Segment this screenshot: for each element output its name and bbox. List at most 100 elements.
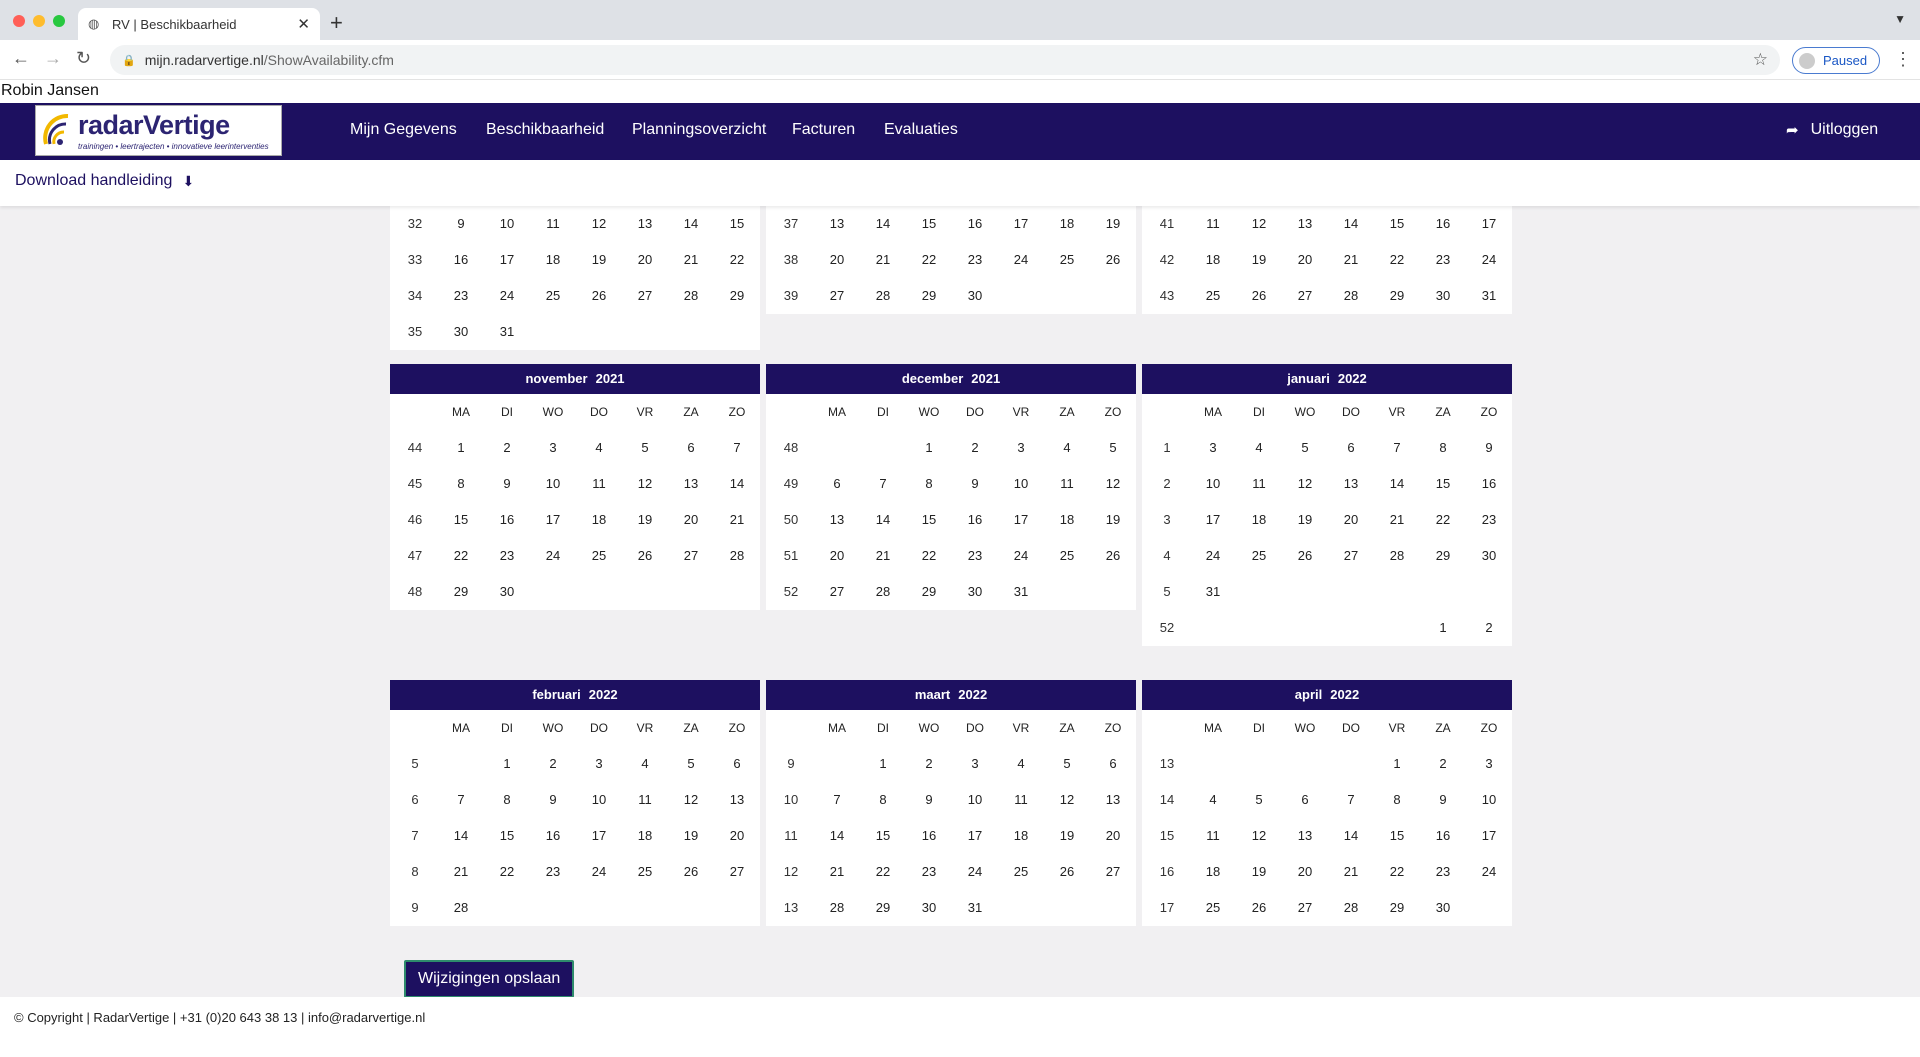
day-cell[interactable]: 5 bbox=[622, 430, 668, 466]
day-cell[interactable]: 25 bbox=[998, 854, 1044, 890]
day-cell[interactable]: 23 bbox=[1420, 854, 1466, 890]
day-cell[interactable]: 22 bbox=[860, 854, 906, 890]
day-cell[interactable]: 29 bbox=[1420, 538, 1466, 574]
day-cell[interactable]: 29 bbox=[714, 278, 760, 314]
day-cell[interactable]: 28 bbox=[714, 538, 760, 574]
day-cell[interactable]: 11 bbox=[1236, 466, 1282, 502]
day-cell[interactable]: 3 bbox=[576, 746, 622, 782]
day-cell[interactable]: 26 bbox=[622, 538, 668, 574]
day-cell[interactable]: 19 bbox=[668, 818, 714, 854]
day-cell[interactable]: 13 bbox=[668, 466, 714, 502]
browser-menu-icon[interactable]: ⋮ bbox=[1894, 49, 1912, 70]
day-cell[interactable]: 7 bbox=[1328, 782, 1374, 818]
day-cell[interactable]: 11 bbox=[530, 206, 576, 242]
day-cell[interactable]: 4 bbox=[576, 430, 622, 466]
day-cell[interactable]: 28 bbox=[438, 890, 484, 926]
day-cell[interactable]: 29 bbox=[1374, 278, 1420, 314]
day-cell[interactable]: 26 bbox=[1090, 242, 1136, 278]
day-cell[interactable]: 14 bbox=[1328, 206, 1374, 242]
day-cell[interactable]: 24 bbox=[484, 278, 530, 314]
day-cell[interactable]: 21 bbox=[860, 242, 906, 278]
back-icon[interactable]: ← bbox=[12, 48, 30, 69]
day-cell[interactable]: 2 bbox=[1466, 610, 1512, 646]
day-cell[interactable]: 20 bbox=[1328, 502, 1374, 538]
day-cell[interactable]: 22 bbox=[438, 538, 484, 574]
day-cell[interactable]: 14 bbox=[1374, 466, 1420, 502]
day-cell[interactable]: 15 bbox=[484, 818, 530, 854]
day-cell[interactable]: 21 bbox=[714, 502, 760, 538]
forward-icon[interactable]: → bbox=[44, 48, 62, 69]
day-cell[interactable]: 28 bbox=[1328, 890, 1374, 926]
day-cell[interactable]: 4 bbox=[1190, 782, 1236, 818]
day-cell[interactable]: 30 bbox=[1466, 538, 1512, 574]
day-cell[interactable]: 27 bbox=[1328, 538, 1374, 574]
minimize-window-button[interactable] bbox=[33, 15, 45, 27]
day-cell[interactable]: 17 bbox=[1466, 206, 1512, 242]
browser-tab[interactable]: ◍ RV | Beschikbaarheid ✕ bbox=[78, 8, 320, 40]
day-cell[interactable]: 16 bbox=[906, 818, 952, 854]
day-cell[interactable]: 28 bbox=[668, 278, 714, 314]
day-cell[interactable]: 18 bbox=[530, 242, 576, 278]
day-cell[interactable]: 28 bbox=[860, 574, 906, 610]
day-cell[interactable]: 3 bbox=[1466, 746, 1512, 782]
day-cell[interactable]: 25 bbox=[530, 278, 576, 314]
day-cell[interactable]: 5 bbox=[1090, 430, 1136, 466]
close-window-button[interactable] bbox=[13, 15, 25, 27]
day-cell[interactable]: 2 bbox=[484, 430, 530, 466]
day-cell[interactable]: 10 bbox=[576, 782, 622, 818]
profile-button[interactable]: Paused bbox=[1792, 47, 1880, 74]
day-cell[interactable]: 1 bbox=[1420, 610, 1466, 646]
nav-item-facturen[interactable]: Facturen bbox=[792, 121, 855, 139]
nav-item-planningsoverzicht[interactable]: Planningsoverzicht bbox=[632, 121, 766, 139]
day-cell[interactable]: 15 bbox=[438, 502, 484, 538]
day-cell[interactable]: 17 bbox=[1190, 502, 1236, 538]
day-cell[interactable]: 5 bbox=[1282, 430, 1328, 466]
day-cell[interactable]: 12 bbox=[1282, 466, 1328, 502]
day-cell[interactable]: 15 bbox=[1374, 818, 1420, 854]
day-cell[interactable]: 1 bbox=[484, 746, 530, 782]
day-cell[interactable]: 28 bbox=[1374, 538, 1420, 574]
day-cell[interactable]: 3 bbox=[952, 746, 998, 782]
day-cell[interactable]: 12 bbox=[1236, 818, 1282, 854]
day-cell[interactable]: 12 bbox=[1090, 466, 1136, 502]
day-cell[interactable]: 5 bbox=[668, 746, 714, 782]
day-cell[interactable]: 26 bbox=[1236, 890, 1282, 926]
day-cell[interactable]: 26 bbox=[668, 854, 714, 890]
day-cell[interactable]: 16 bbox=[1420, 206, 1466, 242]
day-cell[interactable]: 19 bbox=[576, 242, 622, 278]
day-cell[interactable]: 6 bbox=[714, 746, 760, 782]
day-cell[interactable]: 17 bbox=[530, 502, 576, 538]
day-cell[interactable]: 24 bbox=[1466, 242, 1512, 278]
day-cell[interactable]: 27 bbox=[814, 278, 860, 314]
day-cell[interactable]: 25 bbox=[1236, 538, 1282, 574]
day-cell[interactable]: 19 bbox=[1282, 502, 1328, 538]
day-cell[interactable]: 14 bbox=[860, 206, 906, 242]
day-cell[interactable]: 22 bbox=[1420, 502, 1466, 538]
day-cell[interactable]: 30 bbox=[438, 314, 484, 350]
day-cell[interactable]: 11 bbox=[1190, 818, 1236, 854]
day-cell[interactable]: 7 bbox=[860, 466, 906, 502]
day-cell[interactable]: 24 bbox=[1190, 538, 1236, 574]
reload-icon[interactable]: ↻ bbox=[76, 48, 91, 69]
day-cell[interactable]: 29 bbox=[906, 574, 952, 610]
day-cell[interactable]: 12 bbox=[1044, 782, 1090, 818]
day-cell[interactable]: 27 bbox=[714, 854, 760, 890]
day-cell[interactable]: 22 bbox=[1374, 854, 1420, 890]
day-cell[interactable]: 10 bbox=[530, 466, 576, 502]
day-cell[interactable]: 21 bbox=[860, 538, 906, 574]
day-cell[interactable]: 14 bbox=[714, 466, 760, 502]
save-changes-button[interactable]: Wijzigingen opslaan bbox=[404, 960, 575, 997]
day-cell[interactable]: 13 bbox=[1328, 466, 1374, 502]
day-cell[interactable]: 13 bbox=[1282, 818, 1328, 854]
day-cell[interactable]: 7 bbox=[438, 782, 484, 818]
day-cell[interactable]: 22 bbox=[484, 854, 530, 890]
day-cell[interactable]: 9 bbox=[1466, 430, 1512, 466]
day-cell[interactable]: 20 bbox=[714, 818, 760, 854]
day-cell[interactable]: 20 bbox=[1090, 818, 1136, 854]
day-cell[interactable]: 25 bbox=[1044, 242, 1090, 278]
day-cell[interactable]: 19 bbox=[1090, 502, 1136, 538]
day-cell[interactable]: 25 bbox=[576, 538, 622, 574]
day-cell[interactable]: 20 bbox=[1282, 242, 1328, 278]
day-cell[interactable]: 25 bbox=[1190, 890, 1236, 926]
day-cell[interactable]: 26 bbox=[1090, 538, 1136, 574]
